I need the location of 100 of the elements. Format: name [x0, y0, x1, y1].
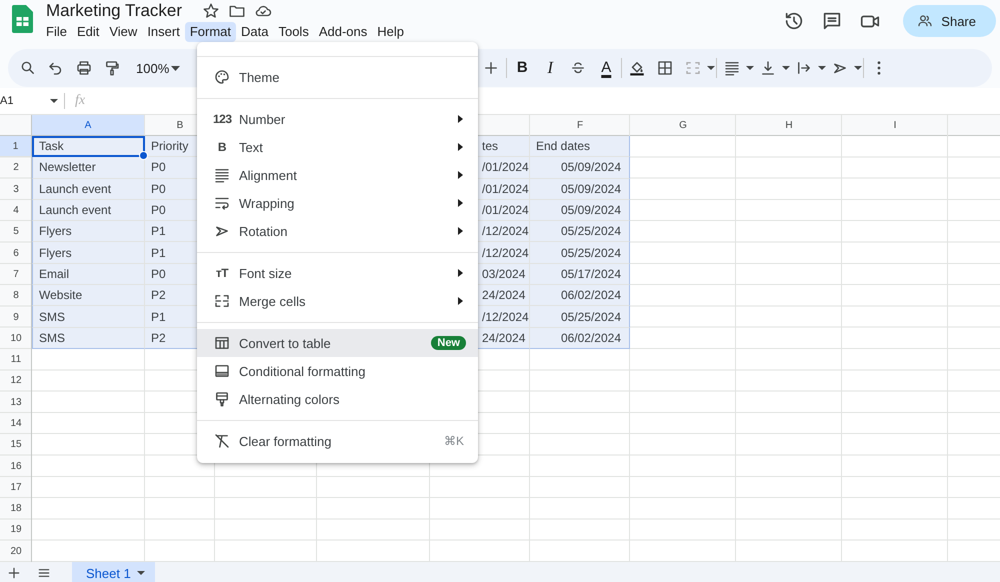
table-icon — [213, 334, 231, 352]
fill-color-icon[interactable] — [628, 59, 646, 77]
new-badge: New — [431, 336, 466, 350]
align-left-icon — [213, 166, 231, 184]
align-icon[interactable] — [723, 59, 742, 77]
caret-icon — [136, 571, 145, 575]
column-header[interactable]: A — [32, 115, 145, 136]
menu-item[interactable]: Tools — [273, 22, 314, 42]
row-header[interactable]: 12 — [0, 370, 32, 392]
column-header[interactable]: I — [842, 115, 948, 136]
row-header[interactable]: 1 — [0, 136, 32, 158]
menu-item[interactable]: Alternating colors — [197, 385, 478, 413]
table-cell: Email — [32, 264, 145, 286]
row-header[interactable]: 15 — [0, 434, 32, 456]
share-button[interactable]: Share — [903, 5, 996, 37]
table-cell: Website — [32, 285, 145, 306]
menu-glyph: тT — [214, 266, 230, 280]
table-cell: Newsletter — [32, 157, 145, 179]
borders-icon[interactable] — [656, 59, 674, 77]
people-icon — [917, 13, 934, 29]
caret-icon[interactable] — [50, 99, 58, 103]
menu-item[interactable]: Help — [372, 22, 409, 42]
clear-format-icon — [213, 432, 231, 450]
row-header[interactable]: 8 — [0, 285, 32, 306]
table-cell: 05/09/2024 — [530, 200, 630, 222]
table-cell: 05/25/2024 — [530, 306, 630, 328]
fill-handle[interactable] — [139, 151, 148, 160]
sheets-logo[interactable] — [12, 5, 33, 33]
row-header[interactable]: 7 — [0, 264, 32, 286]
table-cell: Flyers — [32, 242, 145, 264]
add-sheet-icon[interactable] — [6, 565, 22, 581]
table-cell: SMS — [32, 306, 145, 328]
table-cell: 05/17/2024 — [530, 264, 630, 286]
merge-cells-icon — [213, 292, 231, 310]
table-cell: SMS — [32, 328, 145, 349]
row-header[interactable]: 11 — [0, 348, 32, 370]
table-cell: 06/02/2024 — [530, 328, 630, 349]
menu-item[interactable]: 123 Number — [197, 105, 478, 133]
row-header[interactable]: 5 — [0, 221, 32, 242]
menu-item[interactable]: View — [104, 22, 142, 42]
row-header[interactable]: 19 — [0, 519, 32, 541]
menu-item[interactable]: Add-ons — [314, 22, 372, 42]
row-header[interactable]: 4 — [0, 200, 32, 222]
table-cell: 05/25/2024 — [530, 221, 630, 242]
menu-item[interactable]: Conditional formatting — [197, 357, 478, 385]
caret-icon[interactable] — [782, 66, 790, 70]
menu-item[interactable]: Clear formatting ⌘K — [197, 427, 478, 455]
paint-roller-icon — [213, 390, 231, 408]
column-header[interactable]: H — [736, 115, 842, 136]
row-header[interactable]: 13 — [0, 392, 32, 413]
table-cell: 05/09/2024 — [530, 178, 630, 200]
palette-icon — [213, 68, 231, 86]
table-cell: Task — [32, 136, 145, 158]
caret-icon — [171, 66, 180, 70]
caret-icon[interactable] — [854, 66, 862, 70]
italic-button[interactable]: I — [536, 54, 564, 82]
menu-glyph: 123 — [213, 112, 231, 126]
star-icon[interactable] — [202, 2, 220, 20]
menu-item[interactable]: Theme — [197, 63, 478, 91]
conditional-format-icon — [213, 362, 231, 380]
table-cell: 06/02/2024 — [530, 285, 630, 306]
name-box[interactable]: A1 — [0, 95, 50, 107]
menu-item[interactable]: Format — [184, 22, 236, 42]
table-cell: Flyers — [32, 221, 145, 242]
caret-icon[interactable] — [818, 66, 826, 70]
table-cell: Launch event — [32, 200, 145, 222]
sheet-tab[interactable]: Sheet 1 — [72, 562, 155, 582]
menu-item[interactable]: Edit — [72, 22, 104, 42]
table-cell: End dates — [530, 136, 630, 158]
menu-item[interactable]: Convert to table New — [197, 329, 478, 357]
paint-format-icon[interactable] — [103, 59, 121, 77]
shortcut-text: ⌘K — [444, 434, 464, 448]
zoom-select[interactable]: 100% — [126, 54, 184, 82]
document-title[interactable]: Marketing Tracker — [46, 1, 182, 21]
row-header[interactable]: 6 — [0, 242, 32, 264]
row-header[interactable]: 16 — [0, 455, 32, 477]
print-icon[interactable] — [75, 59, 93, 77]
row-header[interactable]: 10 — [0, 328, 32, 349]
row-header[interactable]: 2 — [0, 157, 32, 179]
bold-button[interactable]: B — [508, 54, 536, 82]
menu-item[interactable]: Data — [236, 22, 274, 42]
table-cell: Launch event — [32, 178, 145, 200]
column-header[interactable]: F — [530, 115, 630, 136]
table-cell: 05/09/2024 — [530, 157, 630, 179]
row-header[interactable]: 17 — [0, 476, 32, 498]
menu-item[interactable]: File — [41, 22, 72, 42]
menu-glyph: B — [216, 140, 228, 154]
row-header[interactable]: 3 — [0, 178, 32, 200]
search-icon[interactable] — [19, 59, 37, 77]
text-color-button[interactable]: A — [592, 54, 620, 82]
caret-icon[interactable] — [746, 66, 754, 70]
caret-icon[interactable] — [707, 66, 716, 70]
function-label: fx — [75, 93, 86, 109]
table-cell: 05/25/2024 — [530, 242, 630, 264]
row-header[interactable]: 9 — [0, 306, 32, 328]
row-header[interactable]: 20 — [0, 540, 32, 562]
row-header[interactable]: 18 — [0, 498, 32, 520]
row-header[interactable]: 14 — [0, 412, 32, 434]
column-header[interactable]: G — [630, 115, 736, 136]
menu-item[interactable]: Insert — [142, 22, 185, 42]
